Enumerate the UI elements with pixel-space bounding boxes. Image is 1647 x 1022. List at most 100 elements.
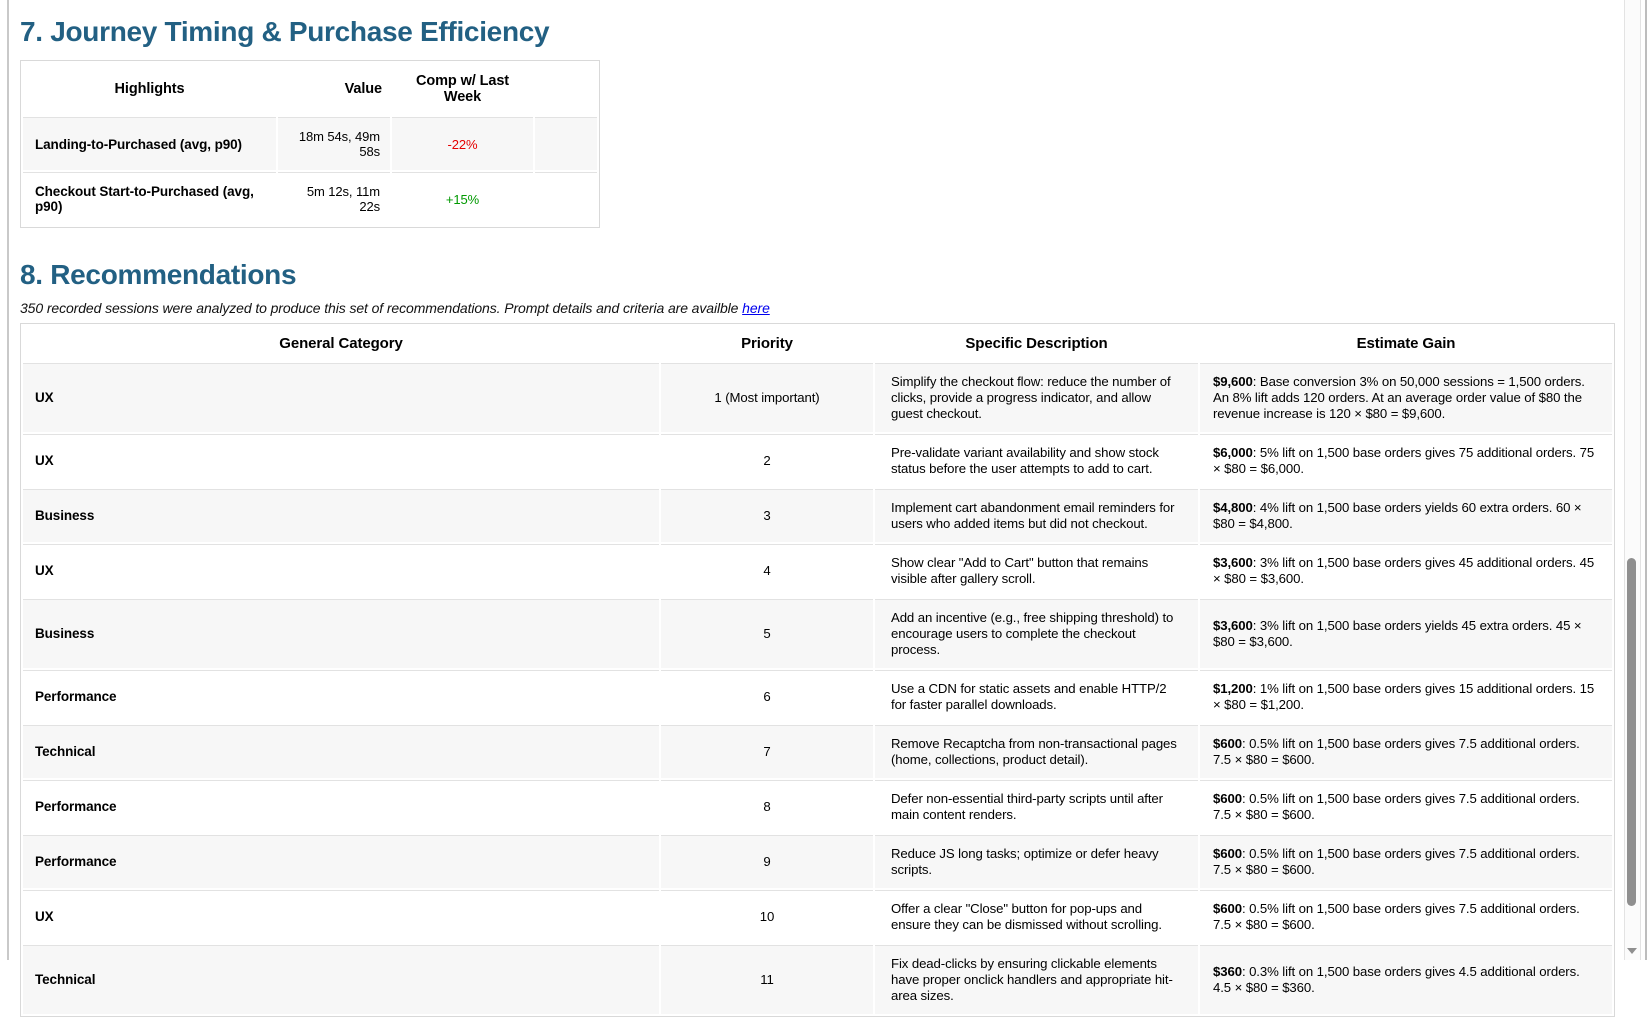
category-cell: Technical bbox=[23, 945, 659, 1014]
timing-table: Highlights Value Comp w/ Last Week Landi… bbox=[21, 61, 599, 227]
here-link[interactable]: here bbox=[742, 300, 770, 316]
description-cell: Implement cart abandonment email reminde… bbox=[875, 489, 1198, 542]
highlight-value: 18m 54s, 49m 58s bbox=[278, 117, 390, 170]
priority-cell: 2 bbox=[661, 434, 873, 487]
gain-amount: $3,600 bbox=[1213, 618, 1253, 633]
description-cell: Use a CDN for static assets and enable H… bbox=[875, 670, 1198, 723]
category-cell: Performance bbox=[23, 780, 659, 833]
column-header-specific-description: Specific Description bbox=[875, 326, 1198, 361]
column-header-comp: Comp w/ Last Week bbox=[392, 63, 533, 115]
priority-cell: 3 bbox=[661, 489, 873, 542]
gain-cell: $360: 0.3% lift on 1,500 base orders giv… bbox=[1200, 945, 1612, 1014]
timing-table-frame: Highlights Value Comp w/ Last Week Landi… bbox=[20, 60, 600, 228]
table-row: Performance 6 Use a CDN for static asset… bbox=[23, 670, 1612, 723]
recommendations-table-frame: General Category Priority Specific Descr… bbox=[20, 323, 1615, 1017]
table-row: Technical 7 Remove Recaptcha from non-tr… bbox=[23, 725, 1612, 778]
table-row: UX 1 (Most important) Simplify the check… bbox=[23, 363, 1612, 432]
gain-cell: $600: 0.5% lift on 1,500 base orders giv… bbox=[1200, 725, 1612, 778]
gain-detail: : Base conversion 3% on 50,000 sessions … bbox=[1213, 374, 1585, 421]
priority-cell: 4 bbox=[661, 544, 873, 597]
column-header-highlights: Highlights bbox=[23, 63, 276, 115]
description-cell: Fix dead-clicks by ensuring clickable el… bbox=[875, 945, 1198, 1014]
category-cell: Business bbox=[23, 489, 659, 542]
gain-detail: : 0.3% lift on 1,500 base orders gives 4… bbox=[1213, 964, 1580, 995]
category-cell: UX bbox=[23, 544, 659, 597]
column-header-estimate-gain: Estimate Gain bbox=[1200, 326, 1612, 361]
description-cell: Offer a clear "Close" button for pop-ups… bbox=[875, 890, 1198, 943]
gain-detail: : 0.5% lift on 1,500 base orders gives 7… bbox=[1213, 846, 1580, 877]
category-cell: Performance bbox=[23, 835, 659, 888]
gain-amount: $9,600 bbox=[1213, 374, 1253, 389]
description-cell: Defer non-essential third-party scripts … bbox=[875, 780, 1198, 833]
gain-detail: : 3% lift on 1,500 base orders yields 45… bbox=[1213, 618, 1582, 649]
description-cell: Simplify the checkout flow: reduce the n… bbox=[875, 363, 1198, 432]
highlight-label: Checkout Start-to-Purchased (avg, p90) bbox=[23, 172, 276, 225]
priority-cell: 9 bbox=[661, 835, 873, 888]
table-row: Checkout Start-to-Purchased (avg, p90) 5… bbox=[23, 172, 597, 225]
spacer-cell bbox=[535, 117, 597, 170]
priority-cell: 7 bbox=[661, 725, 873, 778]
description-cell: Show clear "Add to Cart" button that rem… bbox=[875, 544, 1198, 597]
table-row: Business 3 Implement cart abandonment em… bbox=[23, 489, 1612, 542]
category-cell: Performance bbox=[23, 670, 659, 723]
table-row: Landing-to-Purchased (avg, p90) 18m 54s,… bbox=[23, 117, 597, 170]
gain-detail: : 0.5% lift on 1,500 base orders gives 7… bbox=[1213, 901, 1580, 932]
category-cell: UX bbox=[23, 363, 659, 432]
gain-detail: : 1% lift on 1,500 base orders gives 15 … bbox=[1213, 681, 1594, 712]
column-header-value: Value bbox=[278, 63, 390, 115]
table-row: Performance 8 Defer non-essential third-… bbox=[23, 780, 1612, 833]
category-cell: UX bbox=[23, 890, 659, 943]
column-header-general-category: General Category bbox=[23, 326, 659, 361]
gain-detail: : 3% lift on 1,500 base orders gives 45 … bbox=[1213, 555, 1594, 586]
recommendations-table: General Category Priority Specific Descr… bbox=[21, 324, 1614, 1016]
report-page: { "colors": { "heading_blue": "#226083",… bbox=[0, 0, 1647, 960]
gain-amount: $360 bbox=[1213, 964, 1242, 979]
section-7-title: 7. Journey Timing & Purchase Efficiency bbox=[20, 0, 1613, 48]
scroll-down-arrow-icon[interactable] bbox=[1627, 948, 1637, 954]
gain-detail: : 4% lift on 1,500 base orders yields 60… bbox=[1213, 500, 1582, 531]
gain-cell: $600: 0.5% lift on 1,500 base orders giv… bbox=[1200, 780, 1612, 833]
section-8-title: 8. Recommendations bbox=[20, 259, 1613, 291]
description-cell: Pre-validate variant availability and sh… bbox=[875, 434, 1198, 487]
gain-detail: : 5% lift on 1,500 base orders gives 75 … bbox=[1213, 445, 1594, 476]
gain-cell: $3,600: 3% lift on 1,500 base orders yie… bbox=[1200, 599, 1612, 668]
recs-header-row: General Category Priority Specific Descr… bbox=[23, 326, 1612, 361]
description-cell: Remove Recaptcha from non-transactional … bbox=[875, 725, 1198, 778]
table-row: UX 2 Pre-validate variant availability a… bbox=[23, 434, 1612, 487]
priority-cell: 8 bbox=[661, 780, 873, 833]
gain-amount: $6,000 bbox=[1213, 445, 1253, 460]
gain-amount: $3,600 bbox=[1213, 555, 1253, 570]
gain-amount: $600 bbox=[1213, 791, 1242, 806]
intro-text: 350 recorded sessions were analyzed to p… bbox=[20, 300, 742, 316]
gain-amount: $600 bbox=[1213, 901, 1242, 916]
category-cell: Business bbox=[23, 599, 659, 668]
category-cell: UX bbox=[23, 434, 659, 487]
gain-cell: $6,000: 5% lift on 1,500 base orders giv… bbox=[1200, 434, 1612, 487]
report-content: 7. Journey Timing & Purchase Efficiency … bbox=[0, 0, 1647, 1022]
priority-cell: 6 bbox=[661, 670, 873, 723]
gain-amount: $1,200 bbox=[1213, 681, 1253, 696]
gain-detail: : 0.5% lift on 1,500 base orders gives 7… bbox=[1213, 791, 1580, 822]
description-cell: Add an incentive (e.g., free shipping th… bbox=[875, 599, 1198, 668]
scrollbar-thumb[interactable] bbox=[1627, 558, 1636, 906]
scrollbar-track[interactable] bbox=[1624, 0, 1641, 960]
priority-cell: 11 bbox=[661, 945, 873, 1014]
table-row: UX 10 Offer a clear "Close" button for p… bbox=[23, 890, 1612, 943]
gain-amount: $600 bbox=[1213, 846, 1242, 861]
spacer-cell bbox=[535, 172, 597, 225]
highlight-label: Landing-to-Purchased (avg, p90) bbox=[23, 117, 276, 170]
table-row: Performance 9 Reduce JS long tasks; opti… bbox=[23, 835, 1612, 888]
gain-cell: $3,600: 3% lift on 1,500 base orders giv… bbox=[1200, 544, 1612, 597]
description-cell: Reduce JS long tasks; optimize or defer … bbox=[875, 835, 1198, 888]
recommendations-intro: 350 recorded sessions were analyzed to p… bbox=[20, 300, 1613, 316]
priority-cell: 1 (Most important) bbox=[661, 363, 873, 432]
priority-cell: 10 bbox=[661, 890, 873, 943]
timing-header-row: Highlights Value Comp w/ Last Week bbox=[23, 63, 597, 115]
gain-amount: $600 bbox=[1213, 736, 1242, 751]
gain-cell: $600: 0.5% lift on 1,500 base orders giv… bbox=[1200, 890, 1612, 943]
gain-detail: : 0.5% lift on 1,500 base orders gives 7… bbox=[1213, 736, 1580, 767]
table-row: Technical 11 Fix dead-clicks by ensuring… bbox=[23, 945, 1612, 1014]
gain-cell: $600: 0.5% lift on 1,500 base orders giv… bbox=[1200, 835, 1612, 888]
category-cell: Technical bbox=[23, 725, 659, 778]
highlight-comp: +15% bbox=[392, 172, 533, 225]
